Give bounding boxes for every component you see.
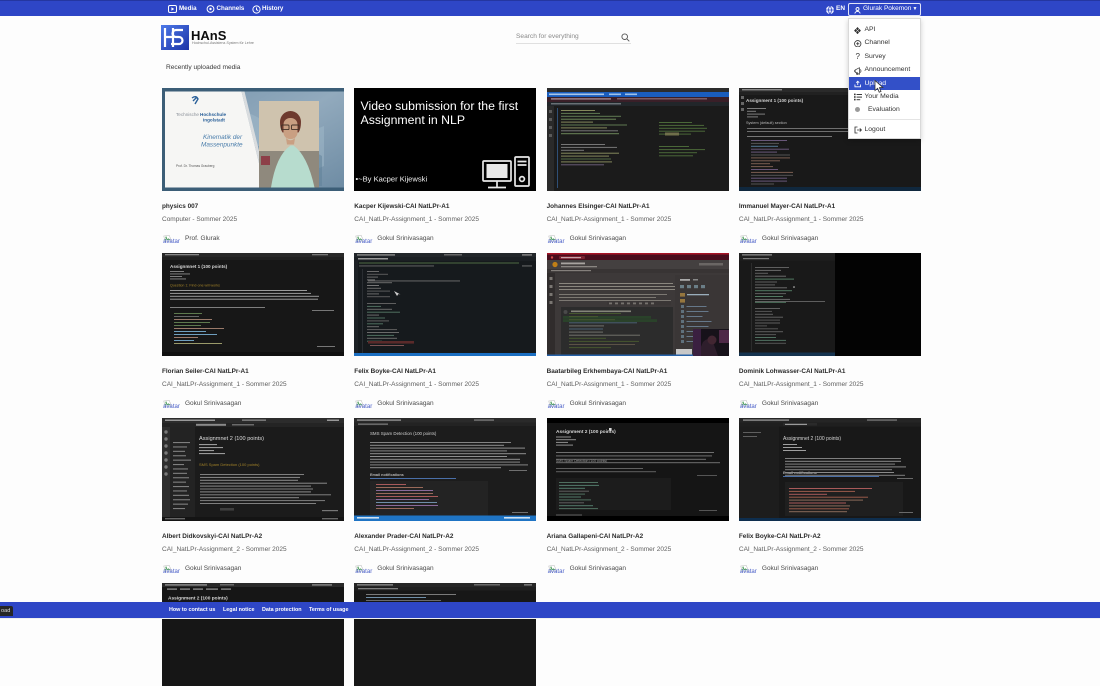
svg-text:System (default) section: System (default) section [746, 121, 787, 125]
svg-text:Assignment 2 (100 points): Assignment 2 (100 points) [168, 596, 228, 602]
svg-text:Assignmnet 2 (100 points): Assignmnet 2 (100 points) [783, 436, 841, 442]
svg-text:Assignmnet 2 (100 points): Assignmnet 2 (100 points) [199, 436, 264, 442]
svg-text:Prof. Dr. Thomas Grauberg: Prof. Dr. Thomas Grauberg [176, 164, 215, 168]
svg-text:Massenpunkte: Massenpunkte [201, 142, 243, 149]
svg-text:Kinematik der: Kinematik der [203, 134, 243, 141]
svg-text:Assignment in NLP: Assignment in NLP [361, 113, 466, 127]
svg-text:Technische: Technische [176, 112, 199, 117]
svg-text:Assignmnet 1 (100 points): Assignmnet 1 (100 points) [170, 264, 228, 269]
svg-text:Question 1: Find-one will work: Question 1: Find-one will works [170, 284, 220, 288]
svg-text:Ingolstadt: Ingolstadt [203, 118, 225, 123]
svg-text:•~By Kacper Kijewski: •~By Kacper Kijewski [356, 175, 428, 184]
svg-text:Email notifications: Email notifications [370, 473, 404, 477]
svg-text:Assignment 2 (100 points): Assignment 2 (100 points) [556, 429, 616, 435]
svg-text:Video submission for the first: Video submission for the first [361, 99, 519, 113]
svg-text:SMS Spam Detection (100 points: SMS Spam Detection (100 points) [199, 462, 260, 467]
svg-text:Assignment 1 (100 points): Assignment 1 (100 points) [746, 98, 804, 103]
svg-text:SMS Spam Detection (100 points: SMS Spam Detection (100 points) [370, 431, 437, 436]
svg-text:Hochschule: Hochschule [200, 112, 226, 117]
